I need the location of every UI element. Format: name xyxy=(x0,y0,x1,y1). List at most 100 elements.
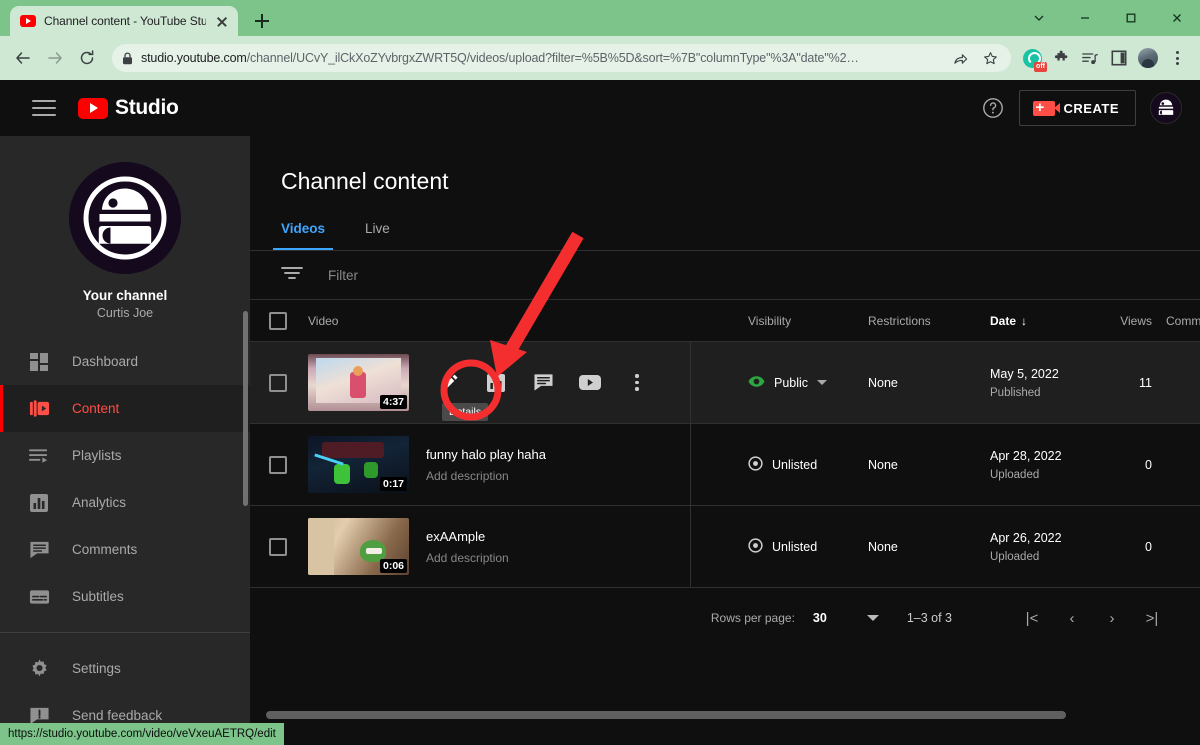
robot-glyph-icon xyxy=(1151,93,1181,123)
first-page-button[interactable]: |< xyxy=(1012,610,1052,627)
maximize-icon[interactable] xyxy=(1108,0,1154,36)
adblock-extension-icon[interactable]: off xyxy=(1019,45,1047,72)
next-page-button[interactable]: › xyxy=(1092,610,1132,627)
edit-details-icon[interactable] xyxy=(437,371,461,395)
sidebar-scrollbar[interactable] xyxy=(243,311,248,506)
video-thumbnail[interactable]: 0:17 xyxy=(308,436,409,493)
studio-appbar: Studio CREATE xyxy=(0,80,1200,136)
share-icon[interactable] xyxy=(949,47,971,69)
column-header-date-label: Date xyxy=(990,313,1017,328)
url-path: /channel/UCvY_ilCkXoZYvbrgxZWRT5Q/videos… xyxy=(246,51,859,65)
visibility-cell[interactable]: Public xyxy=(748,375,868,391)
video-title[interactable]: exAAmple xyxy=(426,529,509,544)
column-header-views[interactable]: Views xyxy=(1090,314,1152,328)
column-header-restrictions[interactable]: Restrictions xyxy=(868,314,990,328)
table-row[interactable]: 0:17 funny halo play haha Add descriptio… xyxy=(250,424,1200,506)
sidebar-item-comments[interactable]: Comments xyxy=(0,526,250,573)
visibility-cell[interactable]: Unlisted xyxy=(748,537,868,556)
sidebar-item-send-feedback[interactable]: Send feedback xyxy=(0,692,250,723)
restrictions-cell: None xyxy=(868,375,898,390)
visibility-label: Unlisted xyxy=(772,539,818,554)
video-cell: 0:17 funny halo play haha Add descriptio… xyxy=(306,436,748,493)
scrollbar-thumb[interactable] xyxy=(266,711,1066,719)
new-tab-button[interactable] xyxy=(248,7,276,35)
more-options-icon[interactable] xyxy=(625,371,649,395)
select-all-checkbox[interactable] xyxy=(250,311,306,330)
extensions-area: off xyxy=(1019,45,1192,72)
column-header-visibility[interactable]: Visibility xyxy=(748,314,868,328)
watch-on-youtube-icon[interactable] xyxy=(578,371,602,395)
tab-live[interactable]: Live xyxy=(365,221,390,250)
profile-avatar[interactable] xyxy=(1135,45,1161,71)
comments-icon xyxy=(28,539,50,561)
sidebar-item-subtitles[interactable]: Subtitles xyxy=(0,573,250,620)
sidebar-item-playlists[interactable]: Playlists xyxy=(0,432,250,479)
pagination-range: 1–3 of 3 xyxy=(906,611,952,625)
visibility-label: Public xyxy=(774,375,809,390)
chrome-menu-icon[interactable] xyxy=(1164,45,1190,71)
video-title[interactable]: funny halo play haha xyxy=(426,447,546,462)
visibility-cell[interactable]: Unlisted xyxy=(748,455,868,474)
sidebar-item-content[interactable]: Content xyxy=(0,385,250,432)
video-meta: funny halo play haha Add description xyxy=(426,447,546,483)
hamburger-menu-icon[interactable] xyxy=(32,96,56,120)
row-checkbox[interactable] xyxy=(250,537,306,556)
sidebar-item-analytics[interactable]: Analytics xyxy=(0,479,250,526)
puzzle-extensions-icon[interactable] xyxy=(1048,45,1074,71)
date-value: Apr 28, 2022 xyxy=(990,448,1062,463)
window-controls xyxy=(1016,0,1200,36)
feedback-icon xyxy=(28,705,50,723)
reload-icon[interactable] xyxy=(72,43,102,73)
video-description[interactable]: Add description xyxy=(426,551,509,565)
row-checkbox[interactable] xyxy=(250,373,306,392)
back-arrow-icon[interactable] xyxy=(8,43,38,73)
minimize-icon[interactable] xyxy=(1062,0,1108,36)
studio-logo-text: Studio xyxy=(115,96,179,119)
video-cell: 0:06 exAAmple Add description xyxy=(306,518,748,575)
analytics-icon[interactable] xyxy=(484,371,508,395)
sidebar-item-dashboard[interactable]: Dashboard xyxy=(0,338,250,385)
prev-page-button[interactable]: ‹ xyxy=(1052,610,1092,627)
restrictions-cell: None xyxy=(868,457,898,472)
playlists-icon xyxy=(28,445,50,467)
star-icon[interactable] xyxy=(979,47,1001,69)
subtitles-icon xyxy=(28,586,50,608)
filter-bar[interactable]: Filter xyxy=(250,251,1200,299)
column-header-video[interactable]: Video xyxy=(306,314,748,328)
column-header-date[interactable]: Date ↓ xyxy=(990,314,1090,328)
chevron-down-icon[interactable] xyxy=(1016,0,1062,36)
close-icon[interactable] xyxy=(214,13,230,29)
video-thumbnail[interactable]: 0:06 xyxy=(308,518,409,575)
sidepanel-icon[interactable] xyxy=(1106,45,1132,71)
date-value: Apr 26, 2022 xyxy=(990,530,1062,545)
comments-icon[interactable] xyxy=(531,371,555,395)
sidebar-item-settings[interactable]: Settings xyxy=(0,645,250,692)
channel-avatar-robot[interactable] xyxy=(69,162,181,274)
table-row[interactable]: 0:06 exAAmple Add description Unlisted N… xyxy=(250,506,1200,588)
address-bar[interactable]: studio.youtube.com/channel/UCvY_ilCkXoZY… xyxy=(112,44,1011,72)
row-checkbox[interactable] xyxy=(250,455,306,474)
account-avatar[interactable] xyxy=(1150,92,1182,124)
forward-arrow-icon[interactable] xyxy=(40,43,70,73)
youtube-icon xyxy=(20,15,36,27)
chevron-down-icon[interactable] xyxy=(817,380,828,385)
video-description[interactable]: Add description xyxy=(426,469,546,483)
table-row[interactable]: 4:37 Details Public None May 5, 2022 Pub… xyxy=(250,342,1200,424)
filter-placeholder: Filter xyxy=(328,267,358,283)
studio-logo[interactable]: Studio xyxy=(78,96,179,120)
create-button[interactable]: CREATE xyxy=(1018,90,1136,126)
content-tabs: Videos Live xyxy=(272,221,1200,250)
horizontal-scrollbar[interactable] xyxy=(250,710,1200,720)
close-window-icon[interactable] xyxy=(1154,0,1200,36)
browser-tab[interactable]: Channel content - YouTube Stud xyxy=(10,6,238,36)
last-page-button[interactable]: >| xyxy=(1132,610,1172,627)
appbar-right-actions: CREATE xyxy=(981,80,1182,136)
chevron-down-icon[interactable] xyxy=(866,615,879,621)
column-header-comments[interactable]: Comme xyxy=(1152,314,1200,328)
reading-list-icon[interactable] xyxy=(1077,45,1103,71)
sidebar-item-label: Comments xyxy=(72,542,138,557)
video-thumbnail[interactable]: 4:37 xyxy=(308,354,409,411)
rows-per-page-value[interactable]: 30 xyxy=(813,611,827,625)
tab-videos[interactable]: Videos xyxy=(272,221,334,250)
help-icon[interactable] xyxy=(981,96,1005,120)
